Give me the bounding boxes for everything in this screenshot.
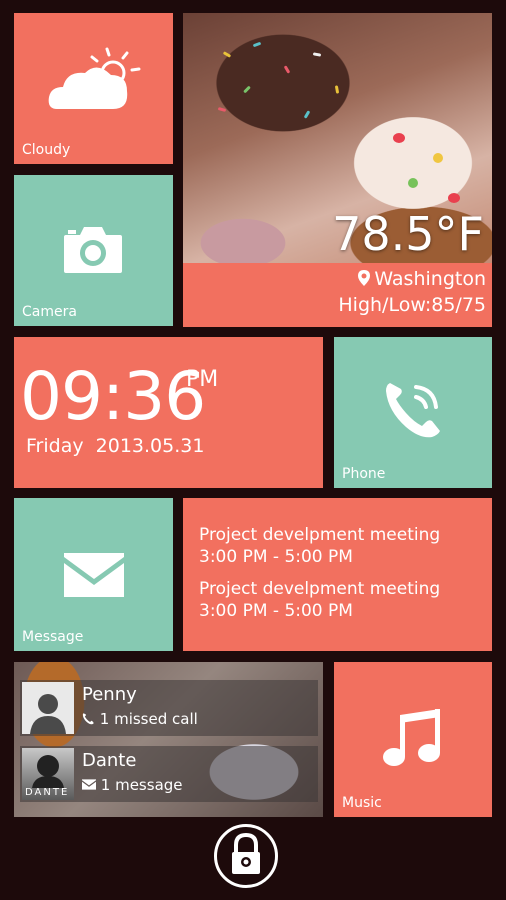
event-2-time: 3:00 PM - 5:00 PM: [199, 601, 353, 621]
unlock-button[interactable]: [214, 824, 278, 888]
message-label: Message: [22, 629, 84, 645]
contact-status: 1 message: [100, 776, 183, 794]
avatar: DANTE: [22, 748, 74, 800]
phone-label: Phone: [342, 466, 386, 482]
phone-icon: [386, 383, 440, 438]
high-low: High/Low:85/75: [338, 294, 486, 316]
music-note-icon: [383, 709, 440, 766]
weather-photo-tile[interactable]: 78.5°F Washington High/Low:85/75: [183, 13, 492, 327]
avatar-caption: DANTE: [25, 787, 70, 798]
contact-status-row: 1 message: [82, 776, 183, 794]
music-label: Music: [342, 795, 382, 811]
weather-tile-cloudy[interactable]: Cloudy: [14, 13, 173, 164]
event-1-time: 3:00 PM - 5:00 PM: [199, 547, 353, 567]
contact-row-penny[interactable]: Penny 1 missed call: [20, 680, 318, 736]
avatar-photo: [32, 755, 64, 788]
clock-ampm: PM: [186, 367, 219, 392]
city-name: Washington: [374, 268, 486, 290]
contact-name: Penny: [82, 684, 137, 705]
lock-icon: [232, 832, 260, 874]
event-2-title: Project develpment meeting: [199, 579, 441, 599]
temperature: 78.5°F: [332, 207, 484, 261]
contact-row-dante[interactable]: DANTE Dante 1 message: [20, 746, 318, 802]
clock-time: 09:36: [20, 358, 206, 435]
cloudy-icon: [48, 47, 141, 109]
calendar-tile[interactable]: Project develpment meeting 3:00 PM - 5:0…: [183, 498, 492, 651]
event-1-title: Project develpment meeting: [199, 525, 441, 545]
contacts-tile[interactable]: Penny 1 missed call DANTE Dante 1 messag…: [14, 662, 323, 817]
envelope-icon: [64, 553, 124, 597]
music-tile[interactable]: Music: [334, 662, 492, 817]
camera-tile[interactable]: Camera: [14, 175, 173, 326]
avatar: [22, 682, 74, 734]
location-pin-icon: [358, 270, 371, 286]
phone-icon: [82, 713, 94, 725]
clock-tile[interactable]: 09:36 PM Friday 2013.05.31: [14, 337, 323, 488]
camera-label: Camera: [22, 304, 77, 320]
camera-icon: [64, 227, 122, 273]
contact-name: Dante: [82, 750, 137, 771]
envelope-icon: [82, 779, 96, 790]
clock-date: Friday 2013.05.31: [26, 435, 205, 457]
phone-tile[interactable]: Phone: [334, 337, 492, 488]
city-row: Washington: [358, 268, 486, 290]
contact-status-row: 1 missed call: [82, 710, 198, 728]
message-tile[interactable]: Message: [14, 498, 173, 651]
weather-label: Cloudy: [22, 142, 71, 158]
contact-status: 1 missed call: [99, 710, 198, 728]
